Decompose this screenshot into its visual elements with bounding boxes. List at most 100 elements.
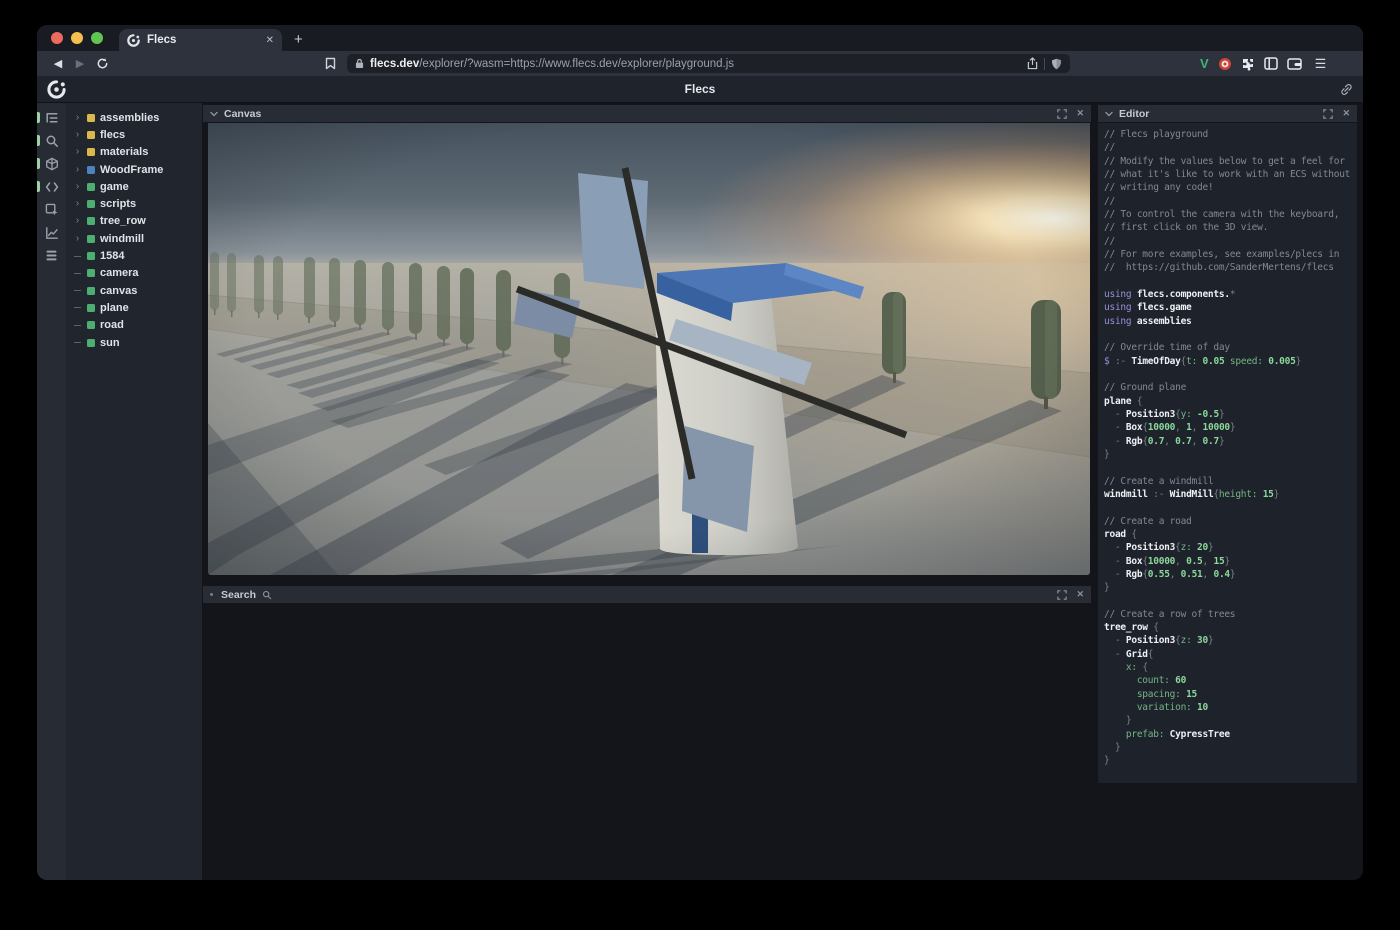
- canvas-panel-header[interactable]: Canvas ✕: [203, 105, 1091, 122]
- url-host: flecs.dev: [370, 58, 419, 70]
- url-bar[interactable]: flecs.dev/explorer/?wasm=https://www.fle…: [347, 54, 1070, 73]
- close-panel-icon[interactable]: ✕: [1076, 589, 1084, 600]
- code-line: spacing: 15: [1104, 688, 1357, 701]
- collapsed-indicator-icon[interactable]: [210, 593, 213, 596]
- code-line: // To control the camera with the keyboa…: [1104, 208, 1357, 221]
- shield-icon[interactable]: [1051, 58, 1062, 70]
- entity-tree-icon: [45, 111, 59, 125]
- windmill-scene: [208, 123, 1090, 575]
- expand-arrow-icon[interactable]: ›: [73, 216, 82, 226]
- close-panel-icon[interactable]: ✕: [1076, 108, 1084, 119]
- chart-icon: [45, 226, 59, 240]
- leaf-dash-icon: [73, 307, 82, 308]
- tree-item-assemblies[interactable]: › assemblies: [73, 109, 202, 126]
- vue-devtools-icon[interactable]: V: [1200, 56, 1209, 71]
- sidebar-item-editor[interactable]: [37, 175, 66, 198]
- code-line: $ :- TimeOfDay{t: 0.05 speed: 0.005}: [1104, 355, 1357, 368]
- tree-item-label: road: [100, 319, 124, 331]
- browser-tab-bar: Flecs ✕ +: [37, 25, 1363, 51]
- code-editor[interactable]: // Flecs playground//// Modify the value…: [1098, 123, 1357, 783]
- code-line: // what it's like to work with an ECS wi…: [1104, 168, 1357, 181]
- entity-kind-square: [87, 252, 95, 260]
- tree-item-camera[interactable]: camera: [73, 265, 202, 282]
- expand-arrow-icon[interactable]: ›: [73, 182, 82, 192]
- tree-item-label: assemblies: [100, 112, 159, 124]
- expand-arrow-icon[interactable]: ›: [73, 165, 82, 175]
- share-icon[interactable]: [1027, 57, 1038, 70]
- close-window-button[interactable]: [51, 32, 63, 44]
- tree-item-windmill[interactable]: › windmill: [73, 230, 202, 247]
- entity-kind-square: [87, 131, 95, 139]
- entity-kind-square: [87, 235, 95, 243]
- active-indicator: [37, 158, 40, 169]
- code-line: plane {: [1104, 395, 1357, 408]
- active-indicator: [37, 181, 40, 192]
- new-tab-button[interactable]: +: [294, 31, 303, 48]
- minimize-window-button[interactable]: [71, 32, 83, 44]
- sidebar-item-logs[interactable]: [37, 244, 66, 267]
- code-line: - Rgb{0.55, 0.51, 0.4}: [1104, 568, 1357, 581]
- expand-arrow-icon[interactable]: ›: [73, 199, 82, 209]
- code-line: road {: [1104, 528, 1357, 541]
- left-icon-strip: [37, 103, 66, 880]
- code-line: x: {: [1104, 661, 1357, 674]
- tree-item-materials[interactable]: ›materials: [73, 144, 202, 161]
- tree-item-flecs[interactable]: ›flecs: [73, 126, 202, 143]
- maximize-window-button[interactable]: [91, 32, 103, 44]
- tab-close-icon[interactable]: ✕: [266, 35, 274, 46]
- sidebar-item-query[interactable]: [37, 129, 66, 152]
- active-indicator: [37, 112, 40, 123]
- app-header: Flecs: [37, 76, 1363, 103]
- forward-icon[interactable]: ▶: [69, 57, 91, 70]
- chevron-down-icon[interactable]: [1105, 111, 1113, 117]
- close-panel-icon[interactable]: ✕: [1342, 108, 1350, 119]
- bookmark-icon[interactable]: [319, 54, 341, 74]
- tree-item-label: canvas: [100, 285, 137, 297]
- entity-kind-square: [87, 183, 95, 191]
- expand-arrow-icon[interactable]: ›: [73, 113, 82, 123]
- fullscreen-icon[interactable]: [1057, 109, 1067, 119]
- tree-item-label: windmill: [100, 233, 144, 245]
- tree-item-scripts[interactable]: ›scripts: [73, 195, 202, 212]
- chevron-down-icon[interactable]: [210, 111, 218, 117]
- tree-item-plane[interactable]: plane: [73, 299, 202, 316]
- tree-item-1584[interactable]: 1584: [73, 247, 202, 264]
- editor-panel-title: Editor: [1119, 108, 1149, 120]
- fullscreen-icon[interactable]: [1323, 109, 1333, 119]
- search-icon: [45, 134, 59, 148]
- code-line: [1104, 501, 1357, 514]
- tree-item-tree_row[interactable]: ›tree_row: [73, 213, 202, 230]
- code-line: - Box{10000, 1, 10000}: [1104, 421, 1357, 434]
- browser-tab[interactable]: Flecs ✕: [119, 29, 282, 51]
- expand-arrow-icon[interactable]: ›: [73, 130, 82, 140]
- code-line: // For more examples, see examples/plecs…: [1104, 248, 1357, 261]
- sidebar-item-statistics[interactable]: [37, 221, 66, 244]
- wallet-icon[interactable]: [1287, 57, 1302, 70]
- code-line: - Grid{: [1104, 648, 1357, 661]
- sidebar-icon[interactable]: [1264, 57, 1278, 70]
- tree-item-label: sun: [100, 337, 120, 349]
- tree-item-canvas[interactable]: canvas: [73, 282, 202, 299]
- search-panel-header[interactable]: Search ✕: [203, 586, 1091, 603]
- code-line: - Position3{y: -0.5}: [1104, 408, 1357, 421]
- back-icon[interactable]: ◀: [47, 57, 69, 70]
- sidebar-item-entity-tree[interactable]: [37, 106, 66, 129]
- tree-item-WoodFrame[interactable]: ›WoodFrame: [73, 161, 202, 178]
- reload-icon[interactable]: [91, 54, 113, 74]
- expand-arrow-icon[interactable]: ›: [73, 147, 82, 157]
- extension-target-icon[interactable]: [1218, 57, 1232, 71]
- logs-icon: [45, 249, 58, 262]
- tree-item-road[interactable]: road: [73, 317, 202, 334]
- sidebar-item-inspector[interactable]: [37, 198, 66, 221]
- tree-item-game[interactable]: ›game: [73, 178, 202, 195]
- editor-panel-header[interactable]: Editor ✕: [1098, 105, 1357, 122]
- puzzle-icon[interactable]: [1241, 57, 1255, 71]
- fullscreen-icon[interactable]: [1057, 590, 1067, 600]
- sidebar-item-canvas[interactable]: [37, 152, 66, 175]
- menu-icon[interactable]: ☰: [1315, 56, 1328, 72]
- canvas-3d-view[interactable]: [208, 123, 1090, 575]
- cube-icon: [45, 157, 59, 171]
- tree-item-sun[interactable]: sun: [73, 334, 202, 351]
- expand-arrow-icon[interactable]: ›: [73, 234, 82, 244]
- code-line: variation: 10: [1104, 701, 1357, 714]
